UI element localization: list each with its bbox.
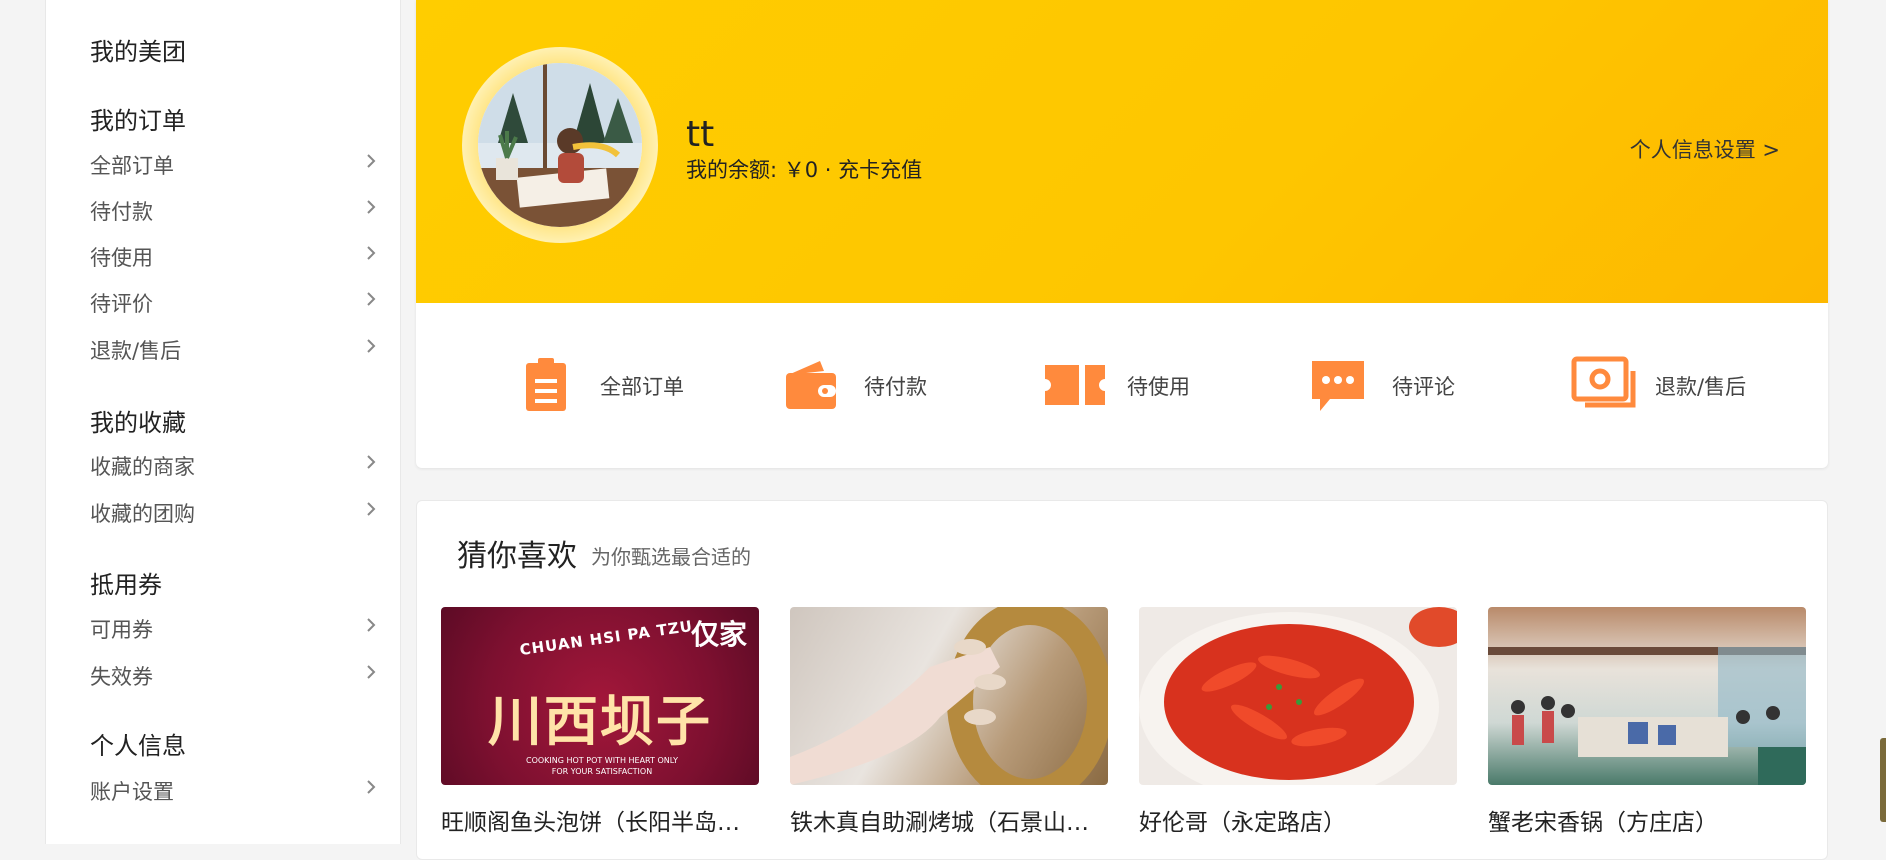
recommend-item-image: CHUAN HSI PA TZU 仅家 川西坝子 COOKING HOT POT…	[441, 607, 759, 785]
sidebar-item-account-settings[interactable]: 账户设置	[90, 772, 380, 808]
sidebar-item-label: 退款/售后	[90, 339, 182, 363]
sidebar-item-to-use[interactable]: 待使用	[90, 238, 380, 274]
sidebar-item-label: 失效券	[90, 665, 153, 689]
recommend-item[interactable]: 好伦哥（永定路店）	[1139, 607, 1457, 837]
order-shortcuts: 全部订单 待付款 待使用 待评论 退款/售后	[416, 303, 1828, 468]
image-badge: 仅家	[690, 618, 747, 651]
sidebar-item-refund[interactable]: 退款/售后	[90, 331, 380, 367]
ticket-icon	[1043, 355, 1105, 415]
order-refund-button[interactable]: 退款/售后	[1571, 303, 1771, 468]
recommend-item-name: 好伦哥（永定路店）	[1139, 810, 1346, 836]
avatar-ring	[462, 47, 658, 243]
sidebar-heading-favorites: 我的收藏	[90, 409, 186, 437]
recommend-item-name: 铁木真自助涮烤城（石景山…	[790, 810, 1089, 836]
sidebar-item-label: 账户设置	[90, 780, 174, 804]
sidebar-item-label: 收藏的商家	[90, 455, 195, 479]
chevron-right-icon	[362, 152, 380, 170]
sidebar-item-valid-vouchers[interactable]: 可用券	[90, 610, 380, 646]
sidebar-item-label: 待评价	[90, 292, 153, 316]
order-all-label: 全部订单	[600, 375, 684, 399]
chevron-right-icon	[362, 616, 380, 634]
chevron-right-icon	[362, 198, 380, 216]
profile-card: tt 我的余额: ￥0 · 充卡充值 个人信息设置 > 全部订单 待付款 待使用…	[416, 0, 1828, 468]
username: tt	[686, 114, 715, 155]
sidebar-heading-vouchers: 抵用券	[90, 571, 162, 599]
chevron-right-icon	[362, 337, 380, 355]
order-to-review-button[interactable]: 待评论	[1308, 303, 1508, 468]
order-pending-payment-button[interactable]: 待付款	[780, 303, 980, 468]
recommend-item[interactable]: 铁木真自助涮烤城（石景山…	[790, 607, 1108, 837]
recommend-item-image	[1139, 607, 1457, 785]
sidebar-title[interactable]: 我的美团	[90, 32, 186, 67]
image-caption-main: 川西坝子	[488, 690, 712, 753]
sidebar-item-fav-deals[interactable]: 收藏的团购	[90, 494, 380, 530]
chevron-right-icon	[362, 500, 380, 518]
chevron-right-icon	[362, 244, 380, 262]
recommend-card: 猜你喜欢 为你甄选最合适的 CHUAN HSI PA TZU 仅家 川西坝子 C…	[416, 500, 1828, 860]
sidebar-item-label: 收藏的团购	[90, 502, 195, 526]
avatar[interactable]	[478, 63, 642, 227]
recommend-item-image	[1488, 607, 1806, 785]
chevron-right-icon	[362, 663, 380, 681]
order-to-use-label: 待使用	[1127, 375, 1190, 399]
clipboard-icon	[516, 355, 576, 415]
profile-banner: tt 我的余额: ￥0 · 充卡充值 个人信息设置 >	[416, 0, 1828, 303]
sidebar-heading-personal: 个人信息	[90, 732, 186, 760]
wallet-icon	[780, 355, 840, 415]
chevron-right-icon	[362, 778, 380, 796]
sidebar: 我的美团 我的订单 全部订单 待付款 待使用 待评价 退款/售后 我的收藏 收藏…	[45, 0, 401, 844]
recommend-subtitle: 为你甄选最合适的	[591, 545, 751, 569]
sidebar-item-all-orders[interactable]: 全部订单	[90, 146, 380, 182]
sidebar-heading-orders: 我的订单	[90, 107, 186, 135]
recommend-item[interactable]: CHUAN HSI PA TZU 仅家 川西坝子 COOKING HOT POT…	[441, 607, 759, 837]
balance-text[interactable]: 我的余额: ￥0 · 充卡充值	[686, 154, 922, 184]
scrollbar-thumb[interactable]	[1880, 738, 1886, 822]
order-all-button[interactable]: 全部订单	[516, 303, 716, 468]
sidebar-item-expired-vouchers[interactable]: 失效券	[90, 657, 380, 693]
order-to-use-button[interactable]: 待使用	[1043, 303, 1243, 468]
sidebar-item-pending-payment[interactable]: 待付款	[90, 192, 380, 228]
recommend-title: 猜你喜欢	[457, 539, 577, 574]
recommend-item-name: 蟹老宋香锅（方庄店）	[1488, 810, 1718, 836]
sidebar-item-label: 待使用	[90, 246, 153, 270]
image-caption-bottom: COOKING HOT POT WITH HEART ONLY FOR YOUR…	[525, 756, 679, 776]
recommend-item-name: 旺顺阁鱼头泡饼（长阳半岛…	[441, 810, 740, 836]
sidebar-item-label: 可用券	[90, 618, 153, 642]
order-to-review-label: 待评论	[1392, 375, 1455, 399]
profile-settings-link[interactable]: 个人信息设置 >	[1630, 134, 1780, 164]
chat-bubble-icon	[1308, 355, 1368, 415]
order-pending-payment-label: 待付款	[864, 375, 927, 399]
chevron-right-icon	[362, 290, 380, 308]
recommend-item[interactable]: 蟹老宋香锅（方庄店）	[1488, 607, 1806, 837]
image-caption-top: CHUAN HSI PA TZU	[518, 616, 694, 660]
sidebar-item-to-review[interactable]: 待评价	[90, 284, 380, 320]
sidebar-item-label: 待付款	[90, 200, 153, 224]
chevron-right-icon	[362, 453, 380, 471]
recommend-item-image	[790, 607, 1108, 785]
refund-icon	[1571, 355, 1636, 415]
sidebar-item-fav-merchants[interactable]: 收藏的商家	[90, 447, 380, 483]
sidebar-item-label: 全部订单	[90, 154, 174, 178]
order-refund-label: 退款/售后	[1655, 375, 1747, 399]
